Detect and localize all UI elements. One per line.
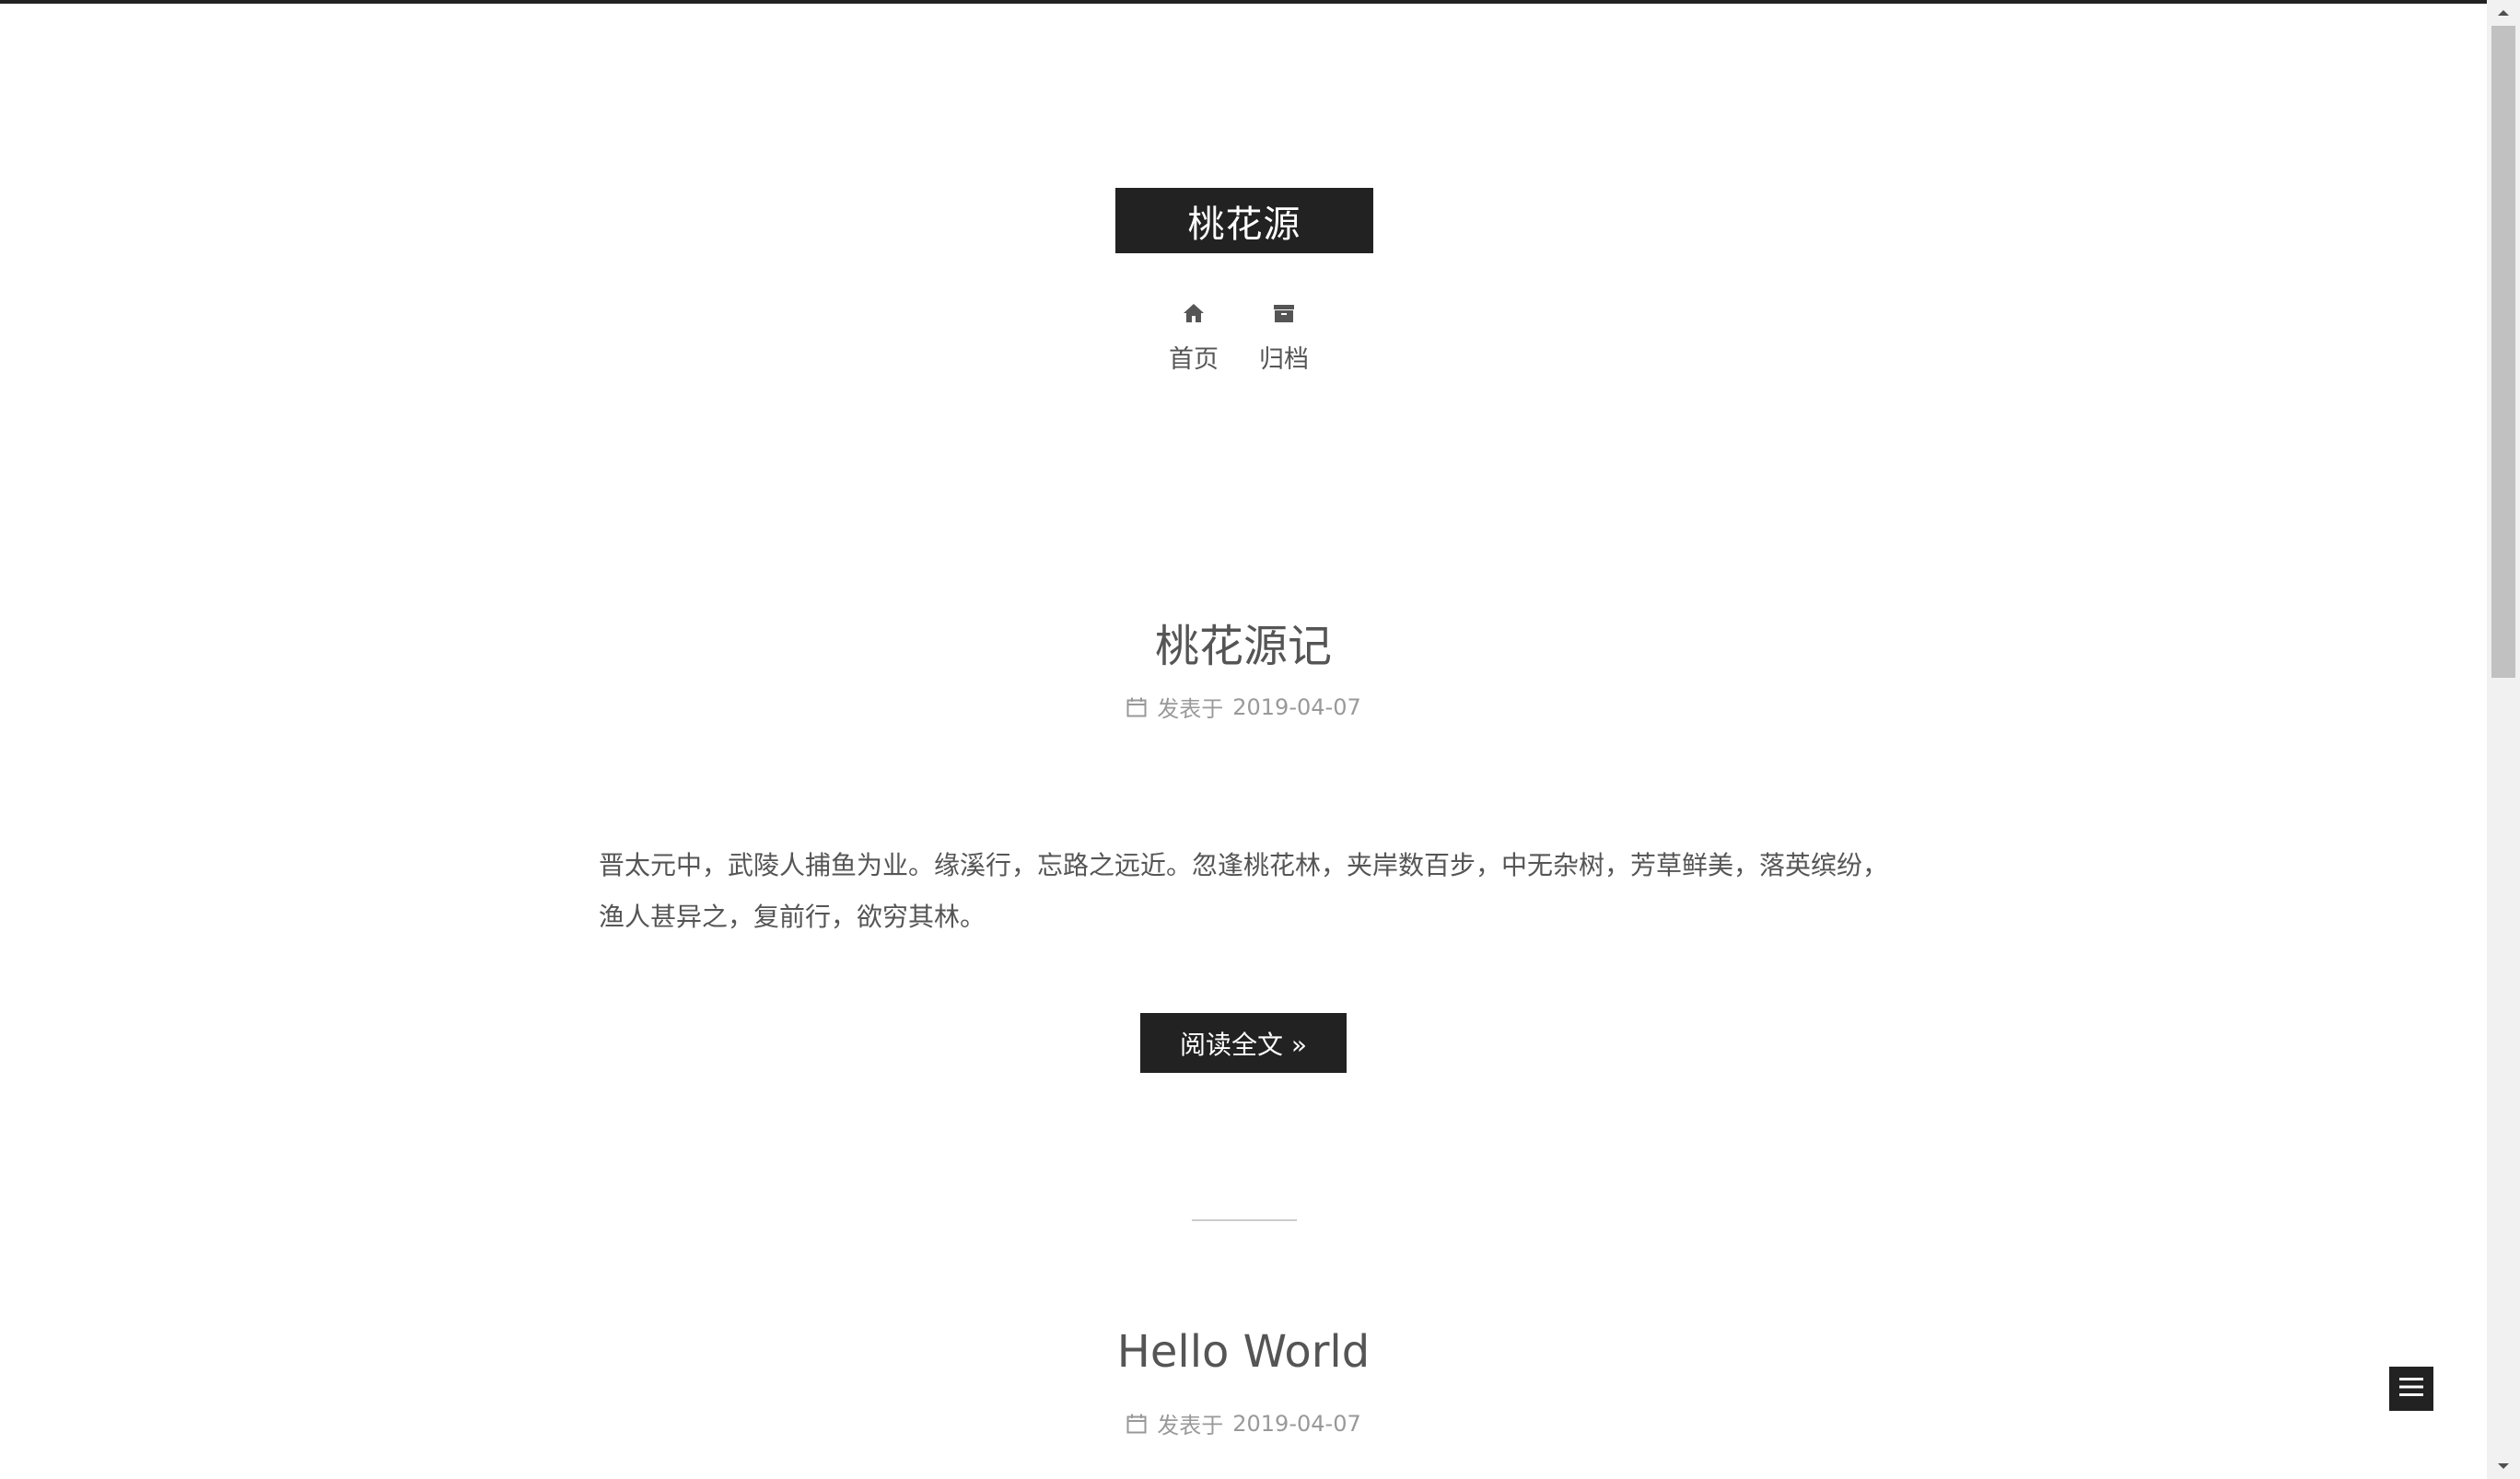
menu-item-label: 归档 bbox=[1259, 345, 1309, 374]
menu-item-archive[interactable]: 归档 bbox=[1259, 300, 1309, 375]
site-title[interactable]: 桃花源 bbox=[1115, 188, 1373, 253]
post-meta-label: 发表于 bbox=[1157, 1413, 1224, 1438]
scroll-down-icon[interactable] bbox=[2487, 1453, 2520, 1479]
sidebar-toggle-button[interactable] bbox=[2389, 1367, 2433, 1411]
page: 桃花源 首页 归档 桃花源记 发表于 2019-04-07 晋太元中，武陵人捕鱼… bbox=[0, 0, 2487, 1479]
scroll-up-icon[interactable] bbox=[2487, 0, 2520, 26]
home-icon bbox=[1181, 300, 1207, 326]
menu-item-home[interactable]: 首页 bbox=[1169, 300, 1219, 375]
post-date: 2019-04-07 bbox=[1232, 1410, 1361, 1437]
post-title[interactable]: Hello World bbox=[0, 1326, 2487, 1378]
read-more-button[interactable]: 阅读全文 » bbox=[1140, 1013, 1347, 1073]
post-excerpt: 晋太元中，武陵人捕鱼为业。缘溪行，忘路之远近。忽逢桃花林，夹岸数百步，中无杂树，… bbox=[599, 850, 1889, 932]
post-title[interactable]: 桃花源记 bbox=[0, 610, 2487, 674]
calendar-icon bbox=[1126, 1413, 1148, 1435]
post-date: 2019-04-07 bbox=[1232, 693, 1361, 720]
post-divider bbox=[1192, 1219, 1297, 1221]
scrollbar-thumb[interactable] bbox=[2491, 26, 2515, 678]
menu-icon bbox=[2398, 1375, 2425, 1403]
post-meta: 发表于 2019-04-07 bbox=[0, 691, 2487, 723]
main-menu: 首页 归档 bbox=[0, 300, 2482, 375]
calendar-icon bbox=[1126, 696, 1148, 718]
vertical-scrollbar[interactable] bbox=[2487, 0, 2520, 1479]
top-accent-bar bbox=[0, 0, 2487, 4]
post-meta-label: 发表于 bbox=[1157, 696, 1224, 722]
archive-icon bbox=[1271, 300, 1297, 326]
menu-item-label: 首页 bbox=[1169, 345, 1219, 374]
post-meta: 发表于 2019-04-07 bbox=[0, 1407, 2487, 1439]
